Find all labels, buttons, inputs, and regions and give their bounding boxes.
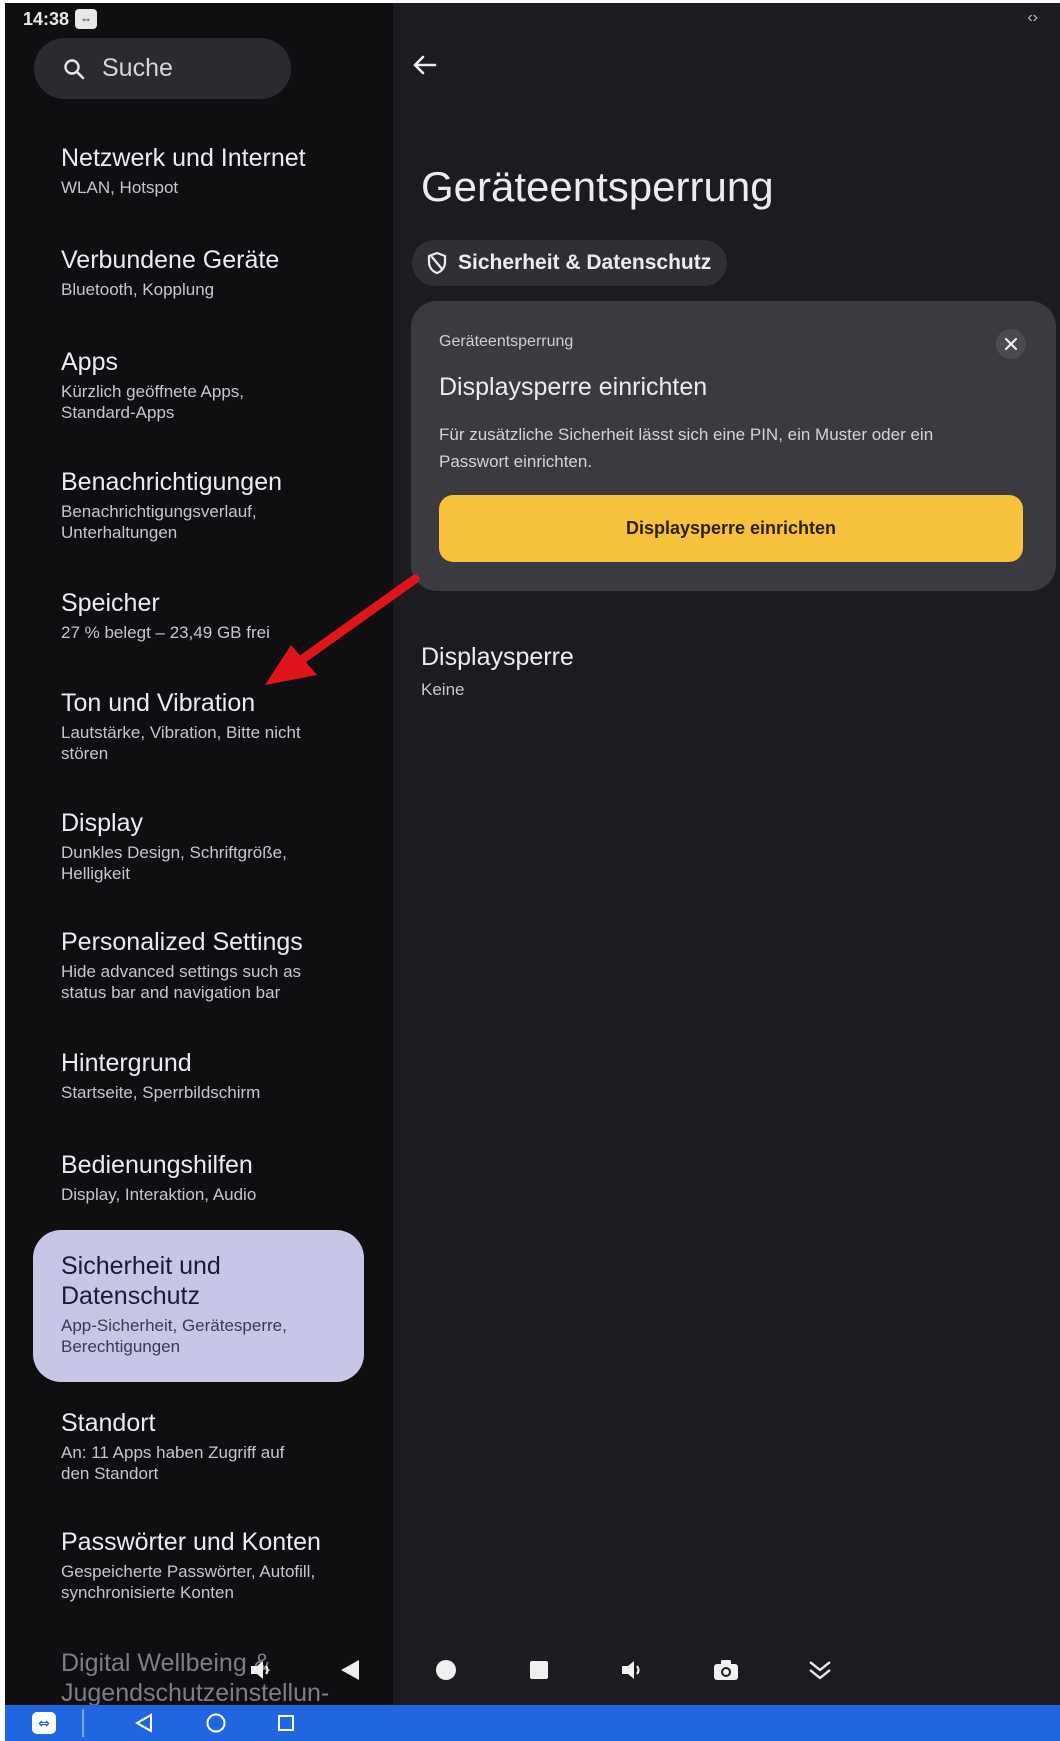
host-taskbar: ⇔ (5, 1705, 1060, 1741)
sidebar-item-title: Benachrichtigungen (61, 468, 282, 496)
sidebar-item-display[interactable]: Display Dunkles Design, Schriftgröße, He… (61, 808, 361, 884)
card-description: Für zusätzliche Sicherheit lässt sich ei… (439, 425, 934, 471)
screen-rotate-indicator: ‹› (1027, 9, 1038, 26)
volume-icon[interactable] (241, 1650, 281, 1690)
preference-value: Keine (421, 680, 465, 699)
camera-icon[interactable] (706, 1650, 746, 1690)
status-time: 14:38 (23, 8, 70, 29)
sidebar-item-subtitle: Benachrichtigungsverlauf, Unterhaltungen (61, 502, 257, 542)
sidebar-item-subtitle: WLAN, Hotspot (61, 178, 179, 197)
sidebar-item-title: Display (61, 809, 143, 837)
sidebar-item-title: Netzwerk und Internet (61, 144, 306, 172)
search-label: Suche (102, 54, 173, 82)
sidebar-item-subtitle: Lautstärke, Vibration, Bitte nicht störe… (61, 723, 301, 763)
setup-lock-card: Geräteentsperrung Displaysperre einricht… (411, 301, 1056, 591)
sidebar-item-location[interactable]: Standort An: 11 Apps haben Zugriff auf d… (61, 1408, 361, 1484)
settings-sidebar: 14:38 ⇔ Suche Netzwerk und Internet WLAN… (5, 3, 393, 1741)
sidebar-item-subtitle: Dunkles Design, Schriftgröße, Helligkeit (61, 843, 287, 883)
sidebar-item-passwords[interactable]: Passwörter und Konten Gespeicherte Passw… (61, 1527, 361, 1603)
sidebar-item-subtitle: Kürzlich geöffnete Apps, Standard-Apps (61, 382, 245, 422)
sidebar-item-security[interactable]: Sicherheit und Datenschutz App-Sicherhei… (61, 1251, 331, 1357)
sidebar-item-connected-devices[interactable]: Verbundene Geräte Bluetooth, Kopplung (61, 245, 361, 300)
sidebar-item-title: Sicherheit und Datenschutz (61, 1252, 221, 1310)
sidebar-item-accessibility[interactable]: Bedienungshilfen Display, Interaktion, A… (61, 1150, 361, 1205)
sidebar-item-title: Passwörter und Konten (61, 1528, 321, 1556)
sidebar-item-subtitle: Startseite, Sperrbildschirm (61, 1083, 261, 1102)
search-bar[interactable]: Suche (34, 38, 291, 99)
sidebar-item-wallpaper[interactable]: Hintergrund Startseite, Sperrbildschirm (61, 1048, 361, 1103)
page-title: Geräteentsperrung (421, 163, 774, 210)
device-screen: 14:38 ⇔ Suche Netzwerk und Internet WLAN… (5, 3, 1060, 1741)
back-arrow-icon[interactable] (411, 51, 439, 79)
annotation-arrow-icon (265, 574, 420, 685)
recents-nav-icon[interactable] (271, 1708, 301, 1738)
svg-text:⇔: ⇔ (38, 1716, 50, 1732)
sidebar-item-subtitle: Gespeicherte Passwörter, Autofill, synch… (61, 1562, 316, 1602)
shield-icon (427, 251, 447, 275)
sidebar-item-title: Apps (61, 348, 118, 376)
sidebar-item-subtitle: Hide advanced settings such as status ba… (61, 962, 302, 1002)
stop-icon[interactable] (519, 1650, 559, 1690)
search-icon (64, 58, 85, 79)
remote-session-icon: ⇔ (75, 9, 98, 29)
home-nav-icon[interactable] (201, 1708, 231, 1738)
setup-screen-lock-button[interactable]: Displaysperre einrichten (439, 495, 1023, 562)
preference-title: Displaysperre (421, 643, 574, 671)
sidebar-item-personalized[interactable]: Personalized Settings Hide advanced sett… (61, 927, 361, 1003)
sidebar-item-subtitle: App-Sicherheit, Gerätesperre, Berechtigu… (61, 1316, 287, 1356)
sidebar-item-network[interactable]: Netzwerk und Internet WLAN, Hotspot (61, 143, 361, 198)
sidebar-item-title: Hintergrund (61, 1049, 192, 1077)
remote-control-icon[interactable]: ⇔ (29, 1708, 59, 1738)
sidebar-item-subtitle: Bluetooth, Kopplung (61, 280, 215, 299)
card-heading: Displaysperre einrichten (439, 373, 708, 401)
card-category: Geräteentsperrung (439, 333, 574, 350)
screen-lock-preference[interactable]: Displaysperre Keine (421, 643, 574, 700)
back-nav-icon[interactable] (129, 1708, 159, 1738)
sidebar-item-sound[interactable]: Ton und Vibration Lautstärke, Vibration,… (61, 688, 361, 764)
remote-control-toolbar (5, 1640, 1060, 1705)
close-button[interactable] (996, 329, 1026, 359)
sidebar-item-notifications[interactable]: Benachrichtigungen Benachrichtigungsverl… (61, 467, 361, 543)
breadcrumb-chip[interactable]: Sicherheit & Datenschutz (412, 240, 728, 286)
close-icon (1004, 337, 1018, 351)
taskbar-divider (82, 1709, 84, 1737)
sidebar-item-title: Personalized Settings (61, 928, 303, 956)
sidebar-item-subtitle: Display, Interaktion, Audio (61, 1185, 257, 1204)
sidebar-item-title: Verbundene Geräte (61, 246, 280, 274)
status-bar: 14:38 ⇔ (23, 7, 98, 31)
expand-icon[interactable] (800, 1650, 840, 1690)
back-nav-icon[interactable] (330, 1650, 370, 1690)
sidebar-item-apps[interactable]: Apps Kürzlich geöffnete Apps, Standard-A… (61, 347, 361, 423)
record-icon[interactable] (426, 1650, 466, 1690)
breadcrumb-label: Sicherheit & Datenschutz (458, 251, 712, 274)
sidebar-item-subtitle: An: 11 Apps haben Zugriff auf den Stando… (61, 1443, 285, 1483)
sidebar-item-title: Standort (61, 1409, 156, 1437)
volume-icon[interactable] (612, 1650, 652, 1690)
sidebar-item-title: Bedienungshilfen (61, 1151, 253, 1179)
